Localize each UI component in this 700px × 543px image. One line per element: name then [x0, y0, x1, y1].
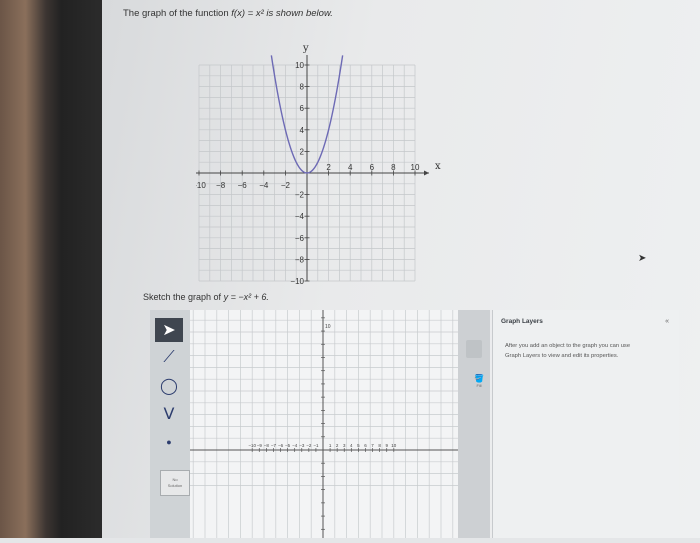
x-tick-label: −10	[196, 181, 206, 190]
x-tick-label: 10	[391, 443, 397, 448]
x-tick-label: −8	[216, 181, 226, 190]
background-photo-strip	[0, 0, 102, 538]
x-tick-label: −7	[271, 443, 277, 448]
x-tick-label: 2	[336, 443, 339, 448]
layers-help-text: After you add an object to the graph you…	[505, 343, 631, 359]
y-axis-label: y	[302, 43, 309, 54]
y-tick-label: 4	[300, 126, 305, 135]
x-tick-label: −4	[292, 443, 298, 448]
x-axis-arrow	[424, 170, 429, 176]
x-tick-label: 4	[350, 443, 353, 448]
fill-bucket-icon: 🪣	[474, 374, 484, 383]
y-tick-label: 6	[300, 104, 305, 113]
x-tick-label: 2	[326, 163, 331, 172]
x-tick-label: 7	[371, 443, 374, 448]
problem-prompt: The graph of the function f(x) = x² is s…	[123, 8, 333, 19]
y-tick-label: −2	[295, 191, 305, 200]
parabola-icon[interactable]: ᐯ	[155, 402, 183, 426]
x-axis-label: x	[435, 161, 441, 172]
graph-layers-panel: Graph Layers « After you add an object t…	[492, 310, 679, 538]
y-tick-label: −8	[295, 255, 305, 264]
x-tick-label: 8	[378, 443, 381, 448]
work-graph-axes	[190, 310, 458, 543]
pointer-icon[interactable]: ➤	[155, 318, 183, 342]
x-tick-label: −2	[306, 443, 312, 448]
y-tick-label: 10	[295, 61, 304, 70]
x-tick-label: −6	[278, 443, 284, 448]
y-tick-label: −10	[290, 277, 304, 286]
x-tick-label: 5	[357, 443, 360, 448]
work-graph[interactable]: −10 −9 −8 −7 −6 −5 −4 −3 −2 −1 1 2 3 4 5 6 7 8 9 1010	[181, 284, 465, 543]
fill-tool-button[interactable]: 🪣 Fill	[470, 374, 488, 388]
y-tick-label: −4	[295, 212, 305, 221]
x-tick-label: 10	[411, 163, 420, 172]
layers-title: Graph Layers	[501, 318, 543, 325]
x-tick-label: 8	[391, 163, 396, 172]
x-tick-label: −6	[238, 181, 248, 190]
y-tick-label: 2	[300, 147, 305, 156]
sketch-equation: y = −x² + 6.	[223, 292, 269, 302]
x-tick-label: −5	[285, 443, 291, 448]
point-icon[interactable]: ●	[155, 430, 183, 454]
y-tick-label: −6	[295, 234, 305, 243]
y-tick-label: 8	[300, 83, 305, 92]
line-segment-icon[interactable]: ⟋	[155, 346, 183, 370]
prompt-function: f(x) = x² is shown below.	[231, 8, 333, 19]
no-solution-button[interactable]: No Solution	[160, 470, 190, 496]
mouse-cursor-icon: ➤	[638, 253, 647, 264]
graph-scrollbar[interactable]	[458, 310, 490, 538]
x-tick-label: 6	[364, 443, 367, 448]
x-tick-label: −4	[259, 181, 269, 190]
circle-icon[interactable]: ◯	[155, 374, 183, 398]
x-tick-label: 1	[329, 443, 332, 448]
x-tick-label: −1	[313, 443, 319, 448]
x-tick-label: 4	[348, 163, 353, 172]
y-top-label: 10	[325, 324, 331, 330]
x-tick-label: 3	[343, 443, 346, 448]
scroll-thumb[interactable]	[466, 340, 482, 358]
x-tick-label: −3	[299, 443, 305, 448]
x-tick-label: −9	[257, 443, 263, 448]
x-tick-label: 6	[370, 163, 375, 172]
x-tick-label: −10	[248, 443, 256, 448]
x-tick-label: 9	[385, 443, 388, 448]
work-graph-area[interactable]: −10 −9 −8 −7 −6 −5 −4 −3 −2 −1 1 2 3 4 5 6 7 8 9 10 10	[181, 284, 465, 543]
x-tick-label: −2	[281, 181, 291, 190]
example-graph: x y −10 −8 −6 −4 −2 2 4 6 8 10 10 8 6 4 2 −2 −4 −6 −8 −10	[196, 43, 441, 286]
sketch-instruction: Sketch the graph of y = −x² + 6.	[143, 292, 269, 302]
collapse-icon[interactable]: «	[665, 318, 669, 325]
graph-toolbox: ➤ ⟋ ◯ ᐯ ● No Solution	[150, 310, 191, 538]
x-tick-label: −8	[264, 443, 270, 448]
